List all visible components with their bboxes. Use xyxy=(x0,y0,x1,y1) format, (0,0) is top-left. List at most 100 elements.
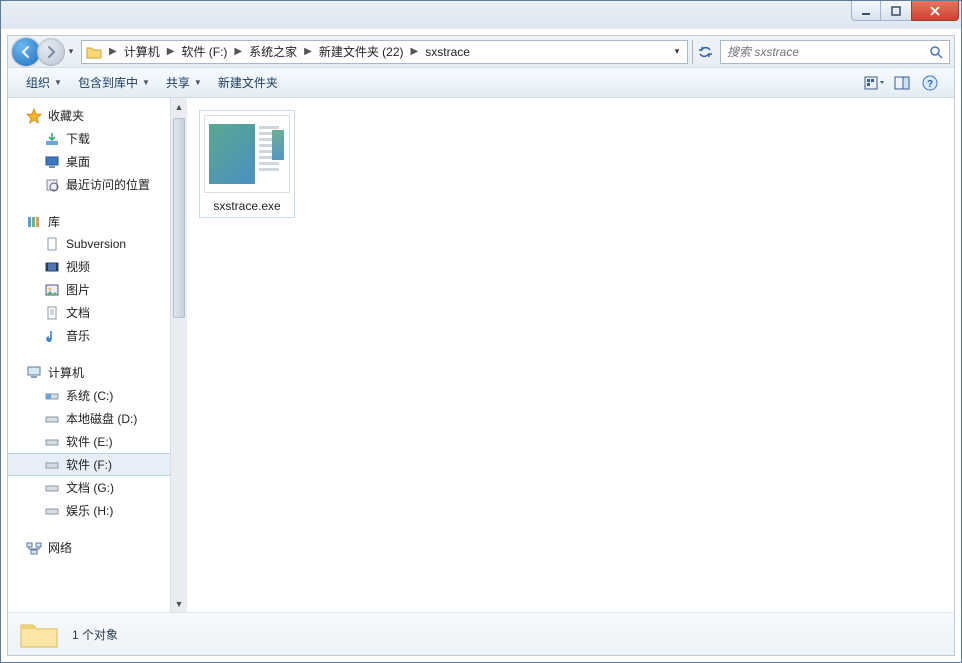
tree-item-label: 软件 (F:) xyxy=(66,456,112,473)
scroll-thumb[interactable] xyxy=(173,118,185,318)
sidebar-item-drive-f[interactable]: 软件 (F:) xyxy=(8,453,170,476)
favorites-label: 收藏夹 xyxy=(48,107,84,124)
close-button[interactable] xyxy=(911,1,959,21)
minimize-button[interactable] xyxy=(851,1,881,21)
recent-icon xyxy=(44,177,60,193)
sidebar-item-documents[interactable]: 文档 xyxy=(8,301,170,324)
share-button[interactable]: 共享▼ xyxy=(158,68,210,97)
sidebar-item-downloads[interactable]: 下载 xyxy=(8,127,170,150)
new-folder-button[interactable]: 新建文件夹 xyxy=(210,68,286,97)
breadcrumb-seg[interactable]: sxstrace xyxy=(423,45,472,59)
maximize-button[interactable] xyxy=(881,1,911,21)
sidebar-item-pictures[interactable]: 图片 xyxy=(8,278,170,301)
favorites-header[interactable]: 收藏夹 xyxy=(8,104,170,127)
refresh-button[interactable] xyxy=(692,40,716,64)
include-in-library-button[interactable]: 包含到库中▼ xyxy=(70,68,158,97)
sidebar-item-drive-c[interactable]: 系统 (C:) xyxy=(8,384,170,407)
libraries-label: 库 xyxy=(48,213,60,230)
drive-icon xyxy=(44,503,60,519)
computer-label: 计算机 xyxy=(48,364,84,381)
status-text: 1 个对象 xyxy=(72,626,118,643)
forward-button[interactable] xyxy=(37,38,65,66)
document-icon xyxy=(44,305,60,321)
breadcrumb-seg[interactable]: 系统之家 xyxy=(247,43,299,60)
computer-icon xyxy=(26,365,42,381)
search-input[interactable] xyxy=(721,45,923,59)
file-thumbnail xyxy=(204,115,290,193)
chevron-down-icon: ▼ xyxy=(54,78,62,87)
scroll-up-arrow[interactable]: ▲ xyxy=(171,98,187,115)
folder-icon xyxy=(18,616,60,652)
sidebar-item-drive-d[interactable]: 本地磁盘 (D:) xyxy=(8,407,170,430)
include-label: 包含到库中 xyxy=(78,74,138,91)
preview-pane-button[interactable] xyxy=(888,68,916,97)
chevron-right-icon: ▶ xyxy=(406,46,424,57)
drive-icon xyxy=(44,434,60,450)
chevron-right-icon: ▶ xyxy=(162,46,180,57)
breadcrumb-seg[interactable]: 软件 (F:) xyxy=(179,43,229,60)
help-button[interactable]: ? xyxy=(916,68,944,97)
chevron-right-icon: ▶ xyxy=(299,46,317,57)
tree-item-label: 桌面 xyxy=(66,153,90,170)
search-box[interactable] xyxy=(720,40,950,64)
tree-item-label: 系统 (C:) xyxy=(66,387,113,404)
sidebar-item-music[interactable]: 音乐 xyxy=(8,324,170,347)
svg-text:?: ? xyxy=(927,79,933,90)
address-dropdown[interactable]: ▾ xyxy=(669,46,685,57)
drive-icon xyxy=(44,411,60,427)
download-icon xyxy=(44,131,60,147)
sidebar-item-drive-e[interactable]: 软件 (E:) xyxy=(8,430,170,453)
address-bar[interactable]: ▶ 计算机 ▶ 软件 (F:) ▶ 系统之家 ▶ 新建文件夹 (22) ▶ sx… xyxy=(81,40,688,64)
file-name-label: sxstrace.exe xyxy=(213,199,280,213)
search-icon[interactable] xyxy=(923,45,949,59)
tree-item-label: 文档 (G:) xyxy=(66,479,114,496)
navigation-pane[interactable]: 收藏夹 下载 桌面 最近访问的位置 库 Subversion 视频 图片 文档 … xyxy=(8,98,170,612)
tree-item-label: 文档 xyxy=(66,304,90,321)
network-header[interactable]: 网络 xyxy=(8,536,170,559)
nav-history-dropdown[interactable]: ▾ xyxy=(65,46,77,57)
back-button[interactable] xyxy=(12,38,40,66)
breadcrumb-seg[interactable]: 新建文件夹 (22) xyxy=(317,43,406,60)
chevron-right-icon: ▶ xyxy=(229,46,247,57)
new-folder-label: 新建文件夹 xyxy=(218,74,278,91)
drive-icon xyxy=(44,457,60,473)
tree-item-label: 娱乐 (H:) xyxy=(66,502,113,519)
window-frame: ▾ ▶ 计算机 ▶ 软件 (F:) ▶ 系统之家 ▶ 新建文件夹 (22) ▶ … xyxy=(0,29,962,663)
libraries-header[interactable]: 库 xyxy=(8,210,170,233)
sidebar-item-desktop[interactable]: 桌面 xyxy=(8,150,170,173)
file-list-pane[interactable]: sxstrace.exe xyxy=(187,98,954,612)
network-icon xyxy=(26,540,42,556)
breadcrumb-seg[interactable]: 计算机 xyxy=(122,43,162,60)
sidebar-scrollbar[interactable]: ▲ ▼ xyxy=(170,98,187,612)
sidebar-item-drive-h[interactable]: 娱乐 (H:) xyxy=(8,499,170,522)
file-item[interactable]: sxstrace.exe xyxy=(199,110,295,218)
tree-item-label: 软件 (E:) xyxy=(66,433,113,450)
libraries-icon xyxy=(26,214,42,230)
toolbar: 组织▼ 包含到库中▼ 共享▼ 新建文件夹 ? xyxy=(8,68,954,98)
chevron-right-icon: ▶ xyxy=(104,46,122,57)
tree-item-label: Subversion xyxy=(66,237,126,251)
network-label: 网络 xyxy=(48,539,72,556)
sidebar-item-recent[interactable]: 最近访问的位置 xyxy=(8,173,170,196)
sidebar-item-subversion[interactable]: Subversion xyxy=(8,233,170,255)
tree-item-label: 下载 xyxy=(66,130,90,147)
tree-item-label: 图片 xyxy=(66,281,90,298)
folder-icon xyxy=(84,45,104,59)
sidebar-item-drive-g[interactable]: 文档 (G:) xyxy=(8,476,170,499)
view-mode-button[interactable] xyxy=(860,68,888,97)
breadcrumb[interactable]: ▶ 计算机 ▶ 软件 (F:) ▶ 系统之家 ▶ 新建文件夹 (22) ▶ sx… xyxy=(104,43,669,60)
scroll-down-arrow[interactable]: ▼ xyxy=(171,595,187,612)
titlebar xyxy=(0,0,962,29)
share-label: 共享 xyxy=(166,74,190,91)
drive-icon xyxy=(44,480,60,496)
tree-item-label: 最近访问的位置 xyxy=(66,176,150,193)
tree-item-label: 视频 xyxy=(66,258,90,275)
navigation-bar: ▾ ▶ 计算机 ▶ 软件 (F:) ▶ 系统之家 ▶ 新建文件夹 (22) ▶ … xyxy=(8,36,954,68)
computer-header[interactable]: 计算机 xyxy=(8,361,170,384)
sidebar-item-videos[interactable]: 视频 xyxy=(8,255,170,278)
pictures-icon xyxy=(44,282,60,298)
organize-button[interactable]: 组织▼ xyxy=(18,68,70,97)
tree-item-label: 音乐 xyxy=(66,327,90,344)
music-icon xyxy=(44,328,60,344)
status-bar: 1 个对象 xyxy=(8,612,954,655)
